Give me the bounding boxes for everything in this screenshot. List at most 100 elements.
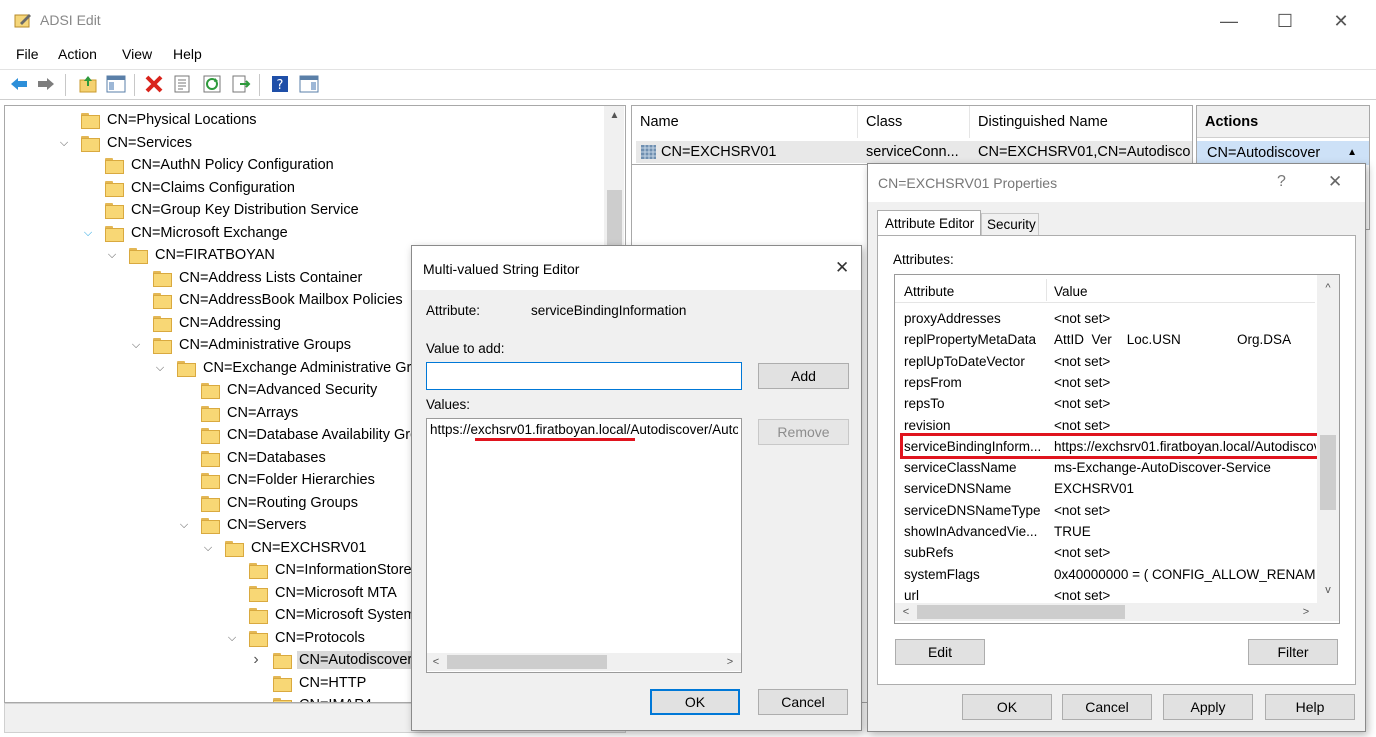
collapse-chevron-icon[interactable]: ⌵ [153,357,167,379]
tree-node[interactable]: CN=HTTP [273,672,368,694]
export-list-icon[interactable] [231,74,251,94]
back-arrow-icon[interactable] [9,74,29,94]
attribute-value-cell[interactable]: 0x40000000 = ( CONFIG_ALLOW_RENAME ) [1054,564,1316,585]
tree-node[interactable]: CN=Services [81,132,194,154]
tree-node[interactable]: CN=Microsoft Exchange [105,222,290,244]
scroll-right-icon[interactable]: > [721,653,739,671]
refresh-icon[interactable] [202,74,222,94]
actions-item-autodiscover[interactable]: CN=Autodiscover ▲ [1197,141,1369,165]
attribute-value-cell[interactable]: AttID Ver Loc.USN Org.DSA [1054,329,1316,350]
properties-icon[interactable] [172,74,192,94]
column-header-attribute[interactable]: Attribute [904,284,954,299]
help-button[interactable]: Help [1265,694,1355,720]
tree-node[interactable]: CN=Claims Configuration [105,177,297,199]
cancel-button[interactable]: Cancel [758,689,848,715]
attribute-name-cell[interactable]: repsFrom [904,372,1044,393]
close-window-button[interactable]: ✕ [1318,4,1364,38]
help-icon[interactable]: ? [270,74,290,94]
column-header-dn[interactable]: Distinguished Name [970,106,1192,138]
attribute-name-cell[interactable]: systemFlags [904,564,1044,585]
ok-button[interactable]: OK [962,694,1052,720]
close-properties-button[interactable]: ✕ [1328,172,1342,192]
attribute-value-cell[interactable]: TRUE [1054,521,1316,542]
help-question-button[interactable]: ? [1277,173,1286,191]
cancel-button[interactable]: Cancel [1062,694,1152,720]
collapse-chevron-icon[interactable]: ⌵ [201,537,215,559]
values-scroll-thumb[interactable] [447,655,607,669]
tree-node[interactable]: CN=AddressBook Mailbox Policies [153,289,405,311]
values-listbox[interactable]: https://exchsrv01.firatboyan.local/Autod… [426,418,742,673]
collapse-up-icon[interactable]: ▲ [1347,141,1357,165]
tree-scroll-thumb[interactable] [607,190,622,245]
attribute-value-cell[interactable]: <not set> [1054,308,1316,329]
value-to-add-input[interactable] [426,362,742,390]
collapse-chevron-icon[interactable]: ⌵ [105,244,119,266]
show-hide-action-pane-icon[interactable] [299,74,319,94]
close-dialog-button[interactable]: ✕ [835,258,849,278]
tree-node[interactable]: CN=Addressing [153,312,283,334]
collapse-chevron-icon[interactable]: ⌵ [81,222,95,244]
tree-node[interactable]: CN=Address Lists Container [153,267,364,289]
filter-button[interactable]: Filter [1248,639,1338,665]
tree-node[interactable]: CN=Protocols [249,627,367,649]
tree-node[interactable]: CN=Databases [201,447,328,469]
tree-node[interactable]: CN=Advanced Security [201,379,379,401]
tree-node[interactable]: CN=EXCHSRV01 [225,537,368,559]
grid-scroll-thumb[interactable] [1320,435,1336,510]
menu-view[interactable]: View [122,46,152,62]
attribute-name-cell[interactable]: showInAdvancedVie... [904,521,1044,542]
tree-node[interactable]: CN=AuthN Policy Configuration [105,154,336,176]
apply-button[interactable]: Apply [1163,694,1253,720]
tree-node[interactable]: CN=Autodiscover [273,649,415,671]
tree-node[interactable]: CN=Group Key Distribution Service [105,199,361,221]
show-hide-tree-icon[interactable] [106,74,126,94]
remove-button[interactable]: Remove [758,419,849,445]
scroll-left-icon[interactable]: < [427,653,445,671]
menu-help[interactable]: Help [173,46,202,62]
tree-node[interactable]: CN=Physical Locations [81,109,259,131]
tree-node[interactable]: CN=InformationStore [249,559,414,581]
attribute-name-cell[interactable]: subRefs [904,542,1044,563]
values-horizontal-scrollbar[interactable]: < > [427,653,741,671]
scroll-down-icon[interactable]: v [1319,581,1337,599]
collapse-chevron-icon[interactable]: ⌵ [57,132,71,154]
tab-attribute-editor[interactable]: Attribute Editor [877,210,981,236]
minimize-button[interactable]: — [1206,4,1252,38]
attribute-value-cell[interactable]: <not set> [1054,542,1316,563]
collapse-chevron-icon[interactable]: ⌵ [129,334,143,356]
grid-horizontal-scrollbar[interactable]: < > [895,603,1339,621]
tree-node[interactable]: CN=Microsoft MTA [249,582,399,604]
forward-arrow-icon[interactable] [36,74,56,94]
collapse-chevron-icon[interactable]: ⌵ [225,627,239,649]
ok-button[interactable]: OK [650,689,740,715]
attribute-value-cell[interactable]: <not set> [1054,351,1316,372]
attribute-value-cell[interactable]: EXCHSRV01 [1054,478,1316,499]
attribute-name-cell[interactable]: url [904,585,1044,603]
tab-security[interactable]: Security [981,213,1039,236]
tree-node[interactable]: CN=Database Availability Groups [201,424,444,446]
attribute-name-cell[interactable]: repsTo [904,393,1044,414]
attributes-grid[interactable]: Attribute Value proxyAddresses <not set> r… [894,274,1340,624]
attribute-value-cell[interactable]: <not set> [1054,500,1316,521]
add-button[interactable]: Add [758,363,849,389]
column-header-name[interactable]: Name [632,106,858,138]
edit-button[interactable]: Edit [895,639,985,665]
up-folder-icon[interactable] [78,74,98,94]
column-header-value[interactable]: Value [1054,284,1088,299]
attribute-value-cell[interactable]: <not set> [1054,393,1316,414]
tree-node[interactable]: CN=Arrays [201,402,300,424]
grid-hscroll-thumb[interactable] [917,605,1125,619]
attribute-name-cell[interactable]: serviceClassName [904,457,1044,478]
attribute-value-cell[interactable]: ms-Exchange-AutoDiscover-Service [1054,457,1316,478]
tree-node[interactable]: CN=Administrative Groups [153,334,353,356]
maximize-button[interactable]: ☐ [1262,4,1308,38]
attribute-name-cell[interactable]: proxyAddresses [904,308,1044,329]
attribute-name-cell[interactable]: serviceDNSNameType [904,500,1044,521]
collapse-chevron-icon[interactable]: ⌵ [177,514,191,536]
expand-chevron-icon[interactable]: › [249,649,263,671]
attribute-value-cell[interactable]: <not set> [1054,372,1316,393]
attribute-name-cell[interactable]: serviceDNSName [904,478,1044,499]
scroll-up-icon[interactable]: ^ [1319,279,1337,297]
tree-node[interactable]: CN=FIRATBOYAN [129,244,277,266]
delete-icon[interactable] [144,74,164,94]
